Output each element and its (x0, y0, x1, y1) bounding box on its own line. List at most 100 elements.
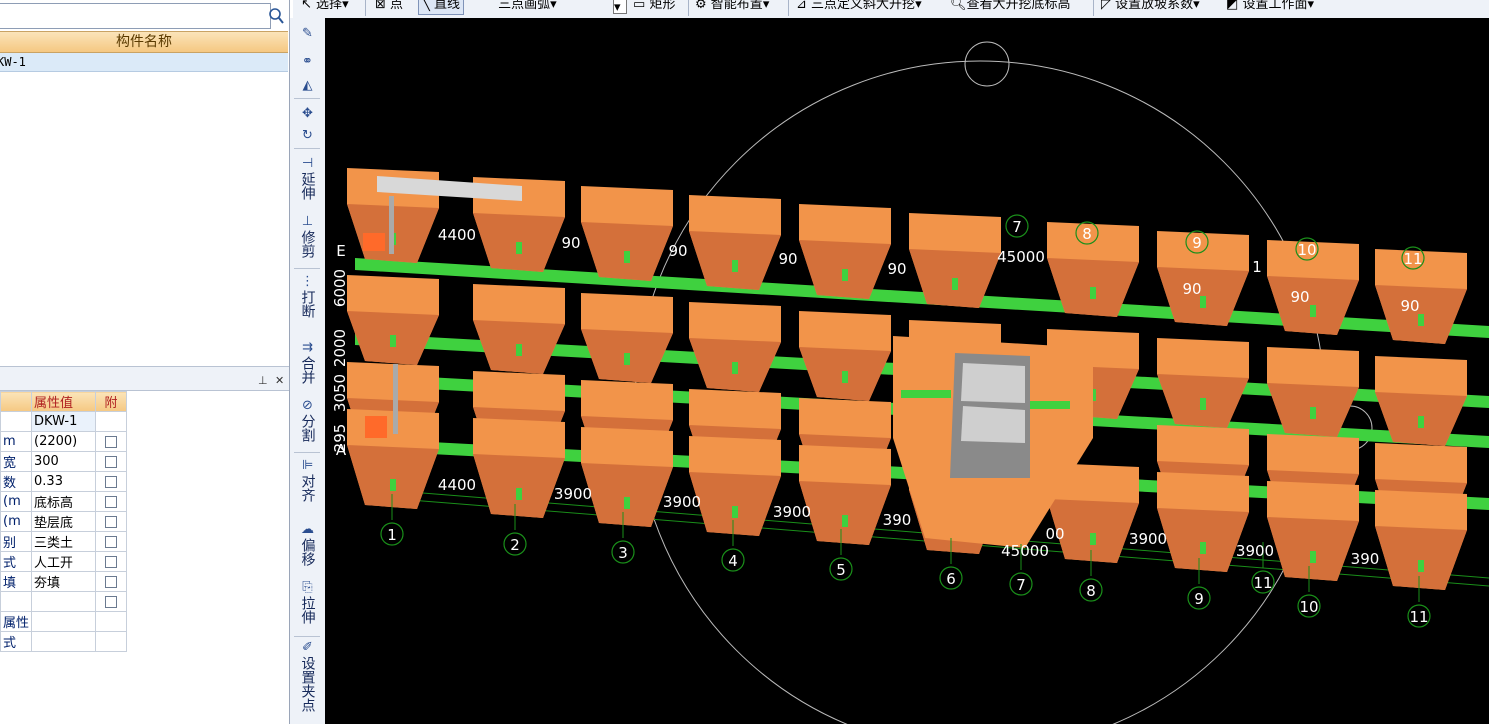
property-value[interactable]: 300 (31, 451, 97, 472)
foundation-block-shade (1157, 508, 1249, 572)
property-attach[interactable] (95, 511, 128, 532)
property-attach[interactable] (95, 531, 128, 552)
toolbar-separator (365, 0, 366, 16)
grip-tool[interactable]: ✐ 设置夹点 (290, 640, 325, 712)
property-value[interactable]: 0.33 (31, 471, 97, 492)
dimension-label: 3900 (663, 493, 701, 511)
component-name-header: 构件名称 (0, 31, 288, 53)
property-attach[interactable] (95, 491, 128, 512)
merge-icon: ⇉ (302, 340, 313, 355)
arc-dropdown[interactable]: ▾ (613, 0, 627, 15)
property-row[interactable]: DKW-1 (0, 411, 128, 432)
property-value[interactable]: 三类土 (31, 531, 97, 552)
attach-checkbox[interactable] (105, 535, 118, 548)
property-row[interactable] (0, 591, 128, 612)
property-value[interactable] (31, 631, 97, 652)
column-stub (1090, 533, 1096, 545)
trim-tool[interactable]: ⊥ 修剪 (290, 214, 325, 258)
side-toolbar: ✎ ⚭ ◭ ✥ ↻ ⊣ 延伸 ⊥ 修剪 ⋮ 打断 ⇉ 合并 ⊘ 分割 ⊫ 对齐 ☁ 偏移 ⎘ 拉… (290, 18, 326, 724)
line-tool[interactable]: ╲ 直线 (418, 0, 464, 15)
copy-tool[interactable]: ⚭ (290, 54, 325, 70)
attach-checkbox[interactable] (105, 575, 118, 588)
rotate-tool[interactable]: ↻ (290, 128, 325, 144)
pin-icon[interactable]: ⊥ (258, 374, 268, 387)
slope-excavation-tool[interactable]: ⊿ 三点定义斜大开挖▾ (796, 0, 922, 14)
property-value[interactable]: 底标高 (31, 491, 97, 512)
work-face-tool[interactable]: ◩ 设置工作面▾ (1226, 0, 1314, 14)
property-row[interactable]: (m 垫层底 (0, 511, 128, 532)
property-attach[interactable] (95, 431, 128, 452)
left-dimension-label: 6000 (331, 269, 349, 307)
property-value[interactable]: 夯填 (31, 571, 97, 592)
slope-coefficient-tool[interactable]: ◸ 设置放坡系数▾ (1101, 0, 1200, 14)
property-attach[interactable] (95, 591, 128, 612)
beam-segment (1030, 401, 1070, 409)
align-tool[interactable]: ⊫ 对齐 (290, 458, 325, 502)
property-row[interactable]: 数 0.33 (0, 471, 128, 492)
property-attach[interactable] (95, 451, 128, 472)
extend-tool[interactable]: ⊣ 延伸 (290, 156, 325, 200)
break-tool[interactable]: ⋮ 打断 (290, 274, 325, 318)
attach-checkbox[interactable] (105, 475, 118, 488)
foundation-block-shade (581, 463, 673, 527)
foundation-block-shade (1267, 517, 1359, 581)
property-value[interactable]: (2200) (31, 431, 97, 452)
property-value[interactable]: DKW-1 (31, 411, 97, 432)
3d-viewport[interactable]: 1 2 3 4 5 6 7 8 9 11 10 11 7 8 9 10 11 4400 3900 3900 3900 39… (325, 18, 1489, 724)
point-tool[interactable]: ⊠ 点 (375, 0, 403, 14)
property-value[interactable] (31, 591, 97, 612)
property-row[interactable]: (m 底标高 (0, 491, 128, 512)
attach-checkbox[interactable] (105, 435, 118, 448)
property-row[interactable]: m (2200) (0, 431, 128, 452)
mirror-tool[interactable]: ◭ (290, 78, 325, 94)
move-tool[interactable]: ✥ (290, 106, 325, 122)
view-elevation-tool[interactable]: 🔍︎查看大开挖底标高 (950, 0, 1071, 14)
attach-checkbox[interactable] (105, 495, 118, 508)
column-stub (516, 344, 522, 356)
search-button[interactable] (265, 3, 287, 27)
merge-tool[interactable]: ⇉ 合并 (290, 340, 325, 384)
column-stub (390, 479, 396, 491)
trim-icon: ⊥ (301, 214, 314, 229)
attach-checkbox[interactable] (105, 555, 118, 568)
property-row[interactable]: 别三类土 (0, 531, 128, 552)
column-stub (1418, 314, 1424, 326)
property-row[interactable]: 属性 (0, 611, 128, 632)
axis-label: 4 (728, 552, 738, 570)
property-row[interactable]: 式 (0, 631, 128, 652)
brush-tool[interactable]: ✎ (290, 26, 325, 42)
attach-checkbox[interactable] (105, 455, 118, 468)
property-row[interactable]: 式人工开 (0, 551, 128, 572)
beam-segment (901, 390, 951, 398)
axis-label: 11 (1253, 574, 1272, 592)
marker (365, 416, 387, 438)
axis-label: 9 (1192, 234, 1202, 252)
property-name: 别 (0, 531, 33, 552)
component-list-item[interactable]: KW-1 (0, 53, 288, 72)
excavation-panel (961, 406, 1025, 443)
search-input[interactable] (0, 3, 271, 29)
close-icon[interactable]: ✕ (275, 374, 284, 387)
property-value[interactable]: 人工开 (31, 551, 97, 572)
stretch-tool[interactable]: ⎘ 拉伸 (290, 580, 325, 624)
rectangle-tool[interactable]: ▭ 矩形 (633, 0, 675, 14)
attach-checkbox[interactable] (105, 595, 118, 608)
smart-layout-tool[interactable]: ⚙ 智能布置▾ (695, 0, 769, 14)
property-attach[interactable] (95, 551, 128, 572)
property-value[interactable]: 垫层底 (31, 511, 97, 532)
property-value[interactable] (31, 611, 97, 632)
offset-tool[interactable]: ☁ 偏移 (290, 522, 325, 566)
separator (294, 148, 320, 149)
axis-label: 3 (618, 544, 628, 562)
property-attach[interactable] (95, 571, 128, 592)
axis-label: 10 (1299, 598, 1318, 616)
split-tool[interactable]: ⊘ 分割 (290, 398, 325, 442)
property-attach[interactable] (95, 471, 128, 492)
select-tool[interactable]: ↖ 选择▾ (301, 0, 349, 14)
property-row[interactable]: 宽 300 (0, 451, 128, 472)
attach-checkbox[interactable] (105, 515, 118, 528)
arc-tool[interactable]: ⌒ 三点画弧▾ (481, 0, 557, 14)
column-stub (732, 362, 738, 374)
property-row[interactable]: 填夯填 (0, 571, 128, 592)
scene-canvas[interactable]: 1 2 3 4 5 6 7 8 9 11 10 11 7 8 9 10 11 4400 3900 3900 3900 39… (325, 18, 1489, 724)
